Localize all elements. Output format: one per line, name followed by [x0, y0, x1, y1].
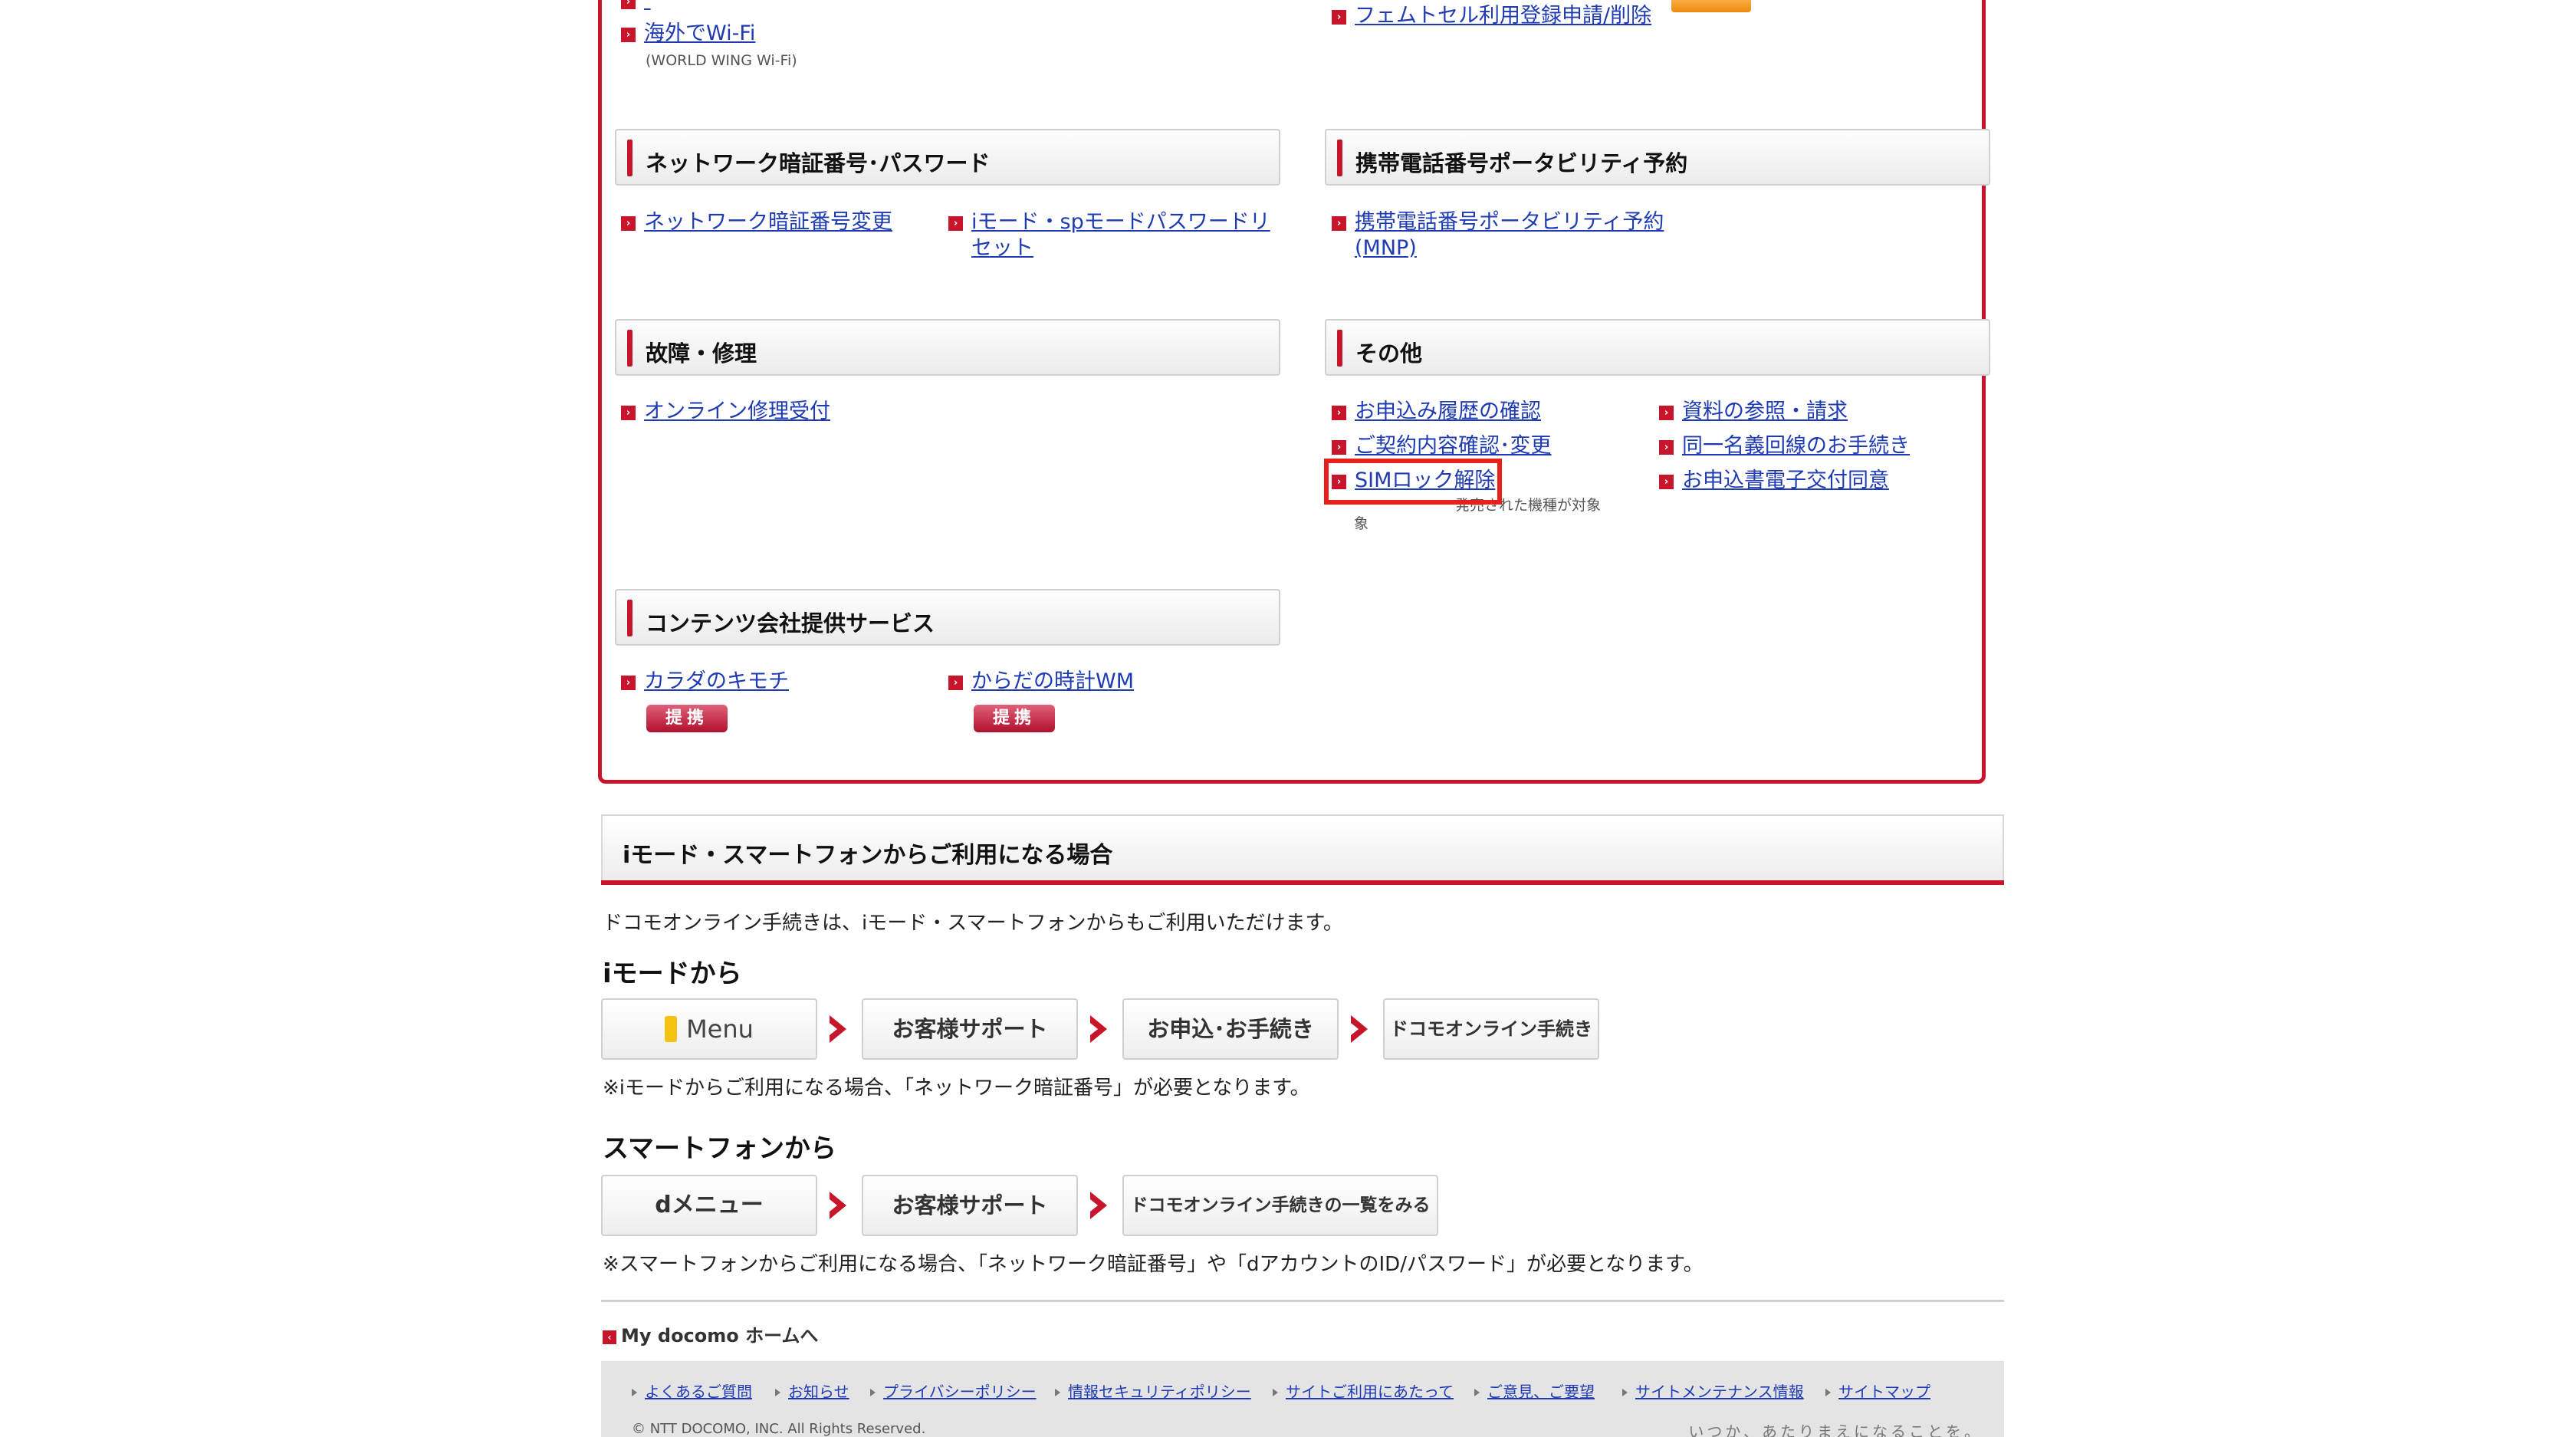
arrow-icon: ›	[621, 676, 636, 690]
site-footer: よくあるご質問 お知らせ プライバシーポリシー 情報セキュリティポリシー サイト…	[601, 1361, 2004, 1437]
footer-link-news[interactable]: お知らせ	[775, 1379, 849, 1402]
partner-tag-badge: 提携	[646, 705, 728, 732]
footer-link-faq[interactable]: よくあるご質問	[632, 1379, 752, 1402]
chevron-right-icon	[830, 1192, 846, 1219]
step-docomo-online: ドコモオンライン手続き	[1383, 998, 1599, 1060]
triangle-bullet-icon	[1273, 1389, 1278, 1396]
arrow-icon: ›	[1332, 440, 1346, 455]
triangle-bullet-icon	[1055, 1389, 1060, 1396]
triangle-bullet-icon	[870, 1389, 876, 1396]
footer-divider	[601, 1300, 2004, 1302]
triangle-bullet-icon	[1622, 1389, 1628, 1396]
arrow-icon: ›	[621, 216, 636, 231]
triangle-bullet-icon	[775, 1389, 780, 1396]
step-imode-menu: Menu	[601, 998, 817, 1060]
section-header-network: ネットワーク暗証番号･パスワード	[615, 129, 1280, 186]
arrow-icon: ›	[1332, 10, 1346, 25]
footer-link-security[interactable]: 情報セキュリティポリシー	[1055, 1379, 1251, 1402]
step-applications: お申込･お手続き	[1122, 998, 1339, 1060]
chevron-right-icon	[830, 1015, 846, 1043]
section-header-other: その他	[1325, 319, 1990, 376]
footer-link-privacy[interactable]: プライバシーポリシー	[870, 1379, 1037, 1402]
imode-heading: iモードから	[603, 959, 742, 989]
step-d-menu: dメニュー	[601, 1175, 817, 1236]
arrow-icon: ›	[621, 406, 636, 420]
section-bar	[627, 140, 632, 176]
chevron-right-icon	[1090, 1015, 1107, 1043]
docomo-online-procedures-page: › › 海外でWi-Fi (WORLD WING Wi-Fi) › フェムトセル…	[0, 0, 2576, 1437]
footer-link-sitemap[interactable]: サイトマップ	[1825, 1379, 1930, 1402]
arrow-icon: ›	[621, 28, 636, 42]
triangle-bullet-icon	[632, 1389, 637, 1396]
smartphone-note: ※スマートフォンからご利用になる場合、「ネットワーク暗証番号」や「dアカウントの…	[603, 1253, 1704, 1276]
imode-note: ※iモードからご利用になる場合、「ネットワーク暗証番号」が必要となります。	[603, 1077, 1310, 1100]
sim-unlock-highlight-box	[1324, 459, 1502, 505]
triangle-bullet-icon	[1474, 1389, 1480, 1396]
section-header-repair: 故障・修理	[615, 319, 1280, 376]
step-customer-support: お客様サポート	[862, 998, 1078, 1060]
header-red-underline	[601, 880, 2004, 885]
step-customer-support-sp: お客様サポート	[862, 1175, 1078, 1236]
chevron-right-icon	[1351, 1015, 1368, 1043]
link-mnp-reservation[interactable]: › 携帯電話番号ポータビリティ予約(MNP)	[1332, 209, 1692, 263]
back-arrow-icon: ‹	[603, 1330, 616, 1344]
arrow-icon: ›	[1659, 475, 1674, 489]
footer-link-feedback[interactable]: ご意見、ご要望	[1474, 1379, 1595, 1402]
copyright: © NTT DOCOMO, INC. All Rights Reserved.	[632, 1421, 926, 1437]
arrow-icon: ›	[1332, 406, 1346, 420]
arrow-icon: ›	[948, 676, 963, 690]
arrow-icon: ›	[1659, 406, 1674, 420]
footer-link-terms[interactable]: サイトご利用にあたって	[1273, 1379, 1454, 1402]
section-bar	[1337, 140, 1342, 176]
sim-unlock-note-cont: 象	[1354, 515, 1369, 532]
my-docomo-home-link[interactable]: ‹ My docomo ホームへ	[603, 1320, 818, 1347]
smartphone-heading: スマートフォンから	[603, 1133, 836, 1164]
procedures-panel	[598, 0, 1986, 784]
mobile-section-header: iモード・スマートフォンからご利用になる場合	[601, 814, 2004, 885]
section-header-mnp: 携帯電話番号ポータビリティ予約	[1325, 129, 1990, 186]
imode-menu-icon	[665, 1016, 678, 1042]
brand-slogan: いつか、あたりまえになることを。	[1688, 1422, 1983, 1437]
overseas-wifi-note: (WORLD WING Wi-Fi)	[646, 52, 797, 69]
section-bar	[627, 600, 632, 636]
triangle-bullet-icon	[1825, 1389, 1831, 1396]
arrow-icon: ›	[948, 216, 963, 231]
section-bar	[627, 330, 632, 367]
chevron-right-icon	[1090, 1192, 1107, 1219]
link-sp-password-reset[interactable]: › iモード・spモードパスワードリセット	[948, 209, 1286, 263]
arrow-icon: ›	[621, 0, 636, 9]
arrow-icon: ›	[1659, 440, 1674, 455]
partner-tag-badge: 提携	[974, 705, 1055, 732]
mobile-intro-text: ドコモオンライン手続きは、iモード・スマートフォンからもご利用いただけます。	[603, 912, 1343, 935]
footer-link-maintenance[interactable]: サイトメンテナンス情報	[1622, 1379, 1804, 1402]
arrow-icon: ›	[1332, 216, 1346, 231]
step-docomo-online-list: ドコモオンライン手続きの一覧をみる	[1122, 1175, 1438, 1236]
section-header-contents: コンテンツ会社提供サービス	[615, 589, 1280, 646]
new-badge-icon	[1671, 0, 1751, 12]
section-bar	[1337, 330, 1342, 367]
